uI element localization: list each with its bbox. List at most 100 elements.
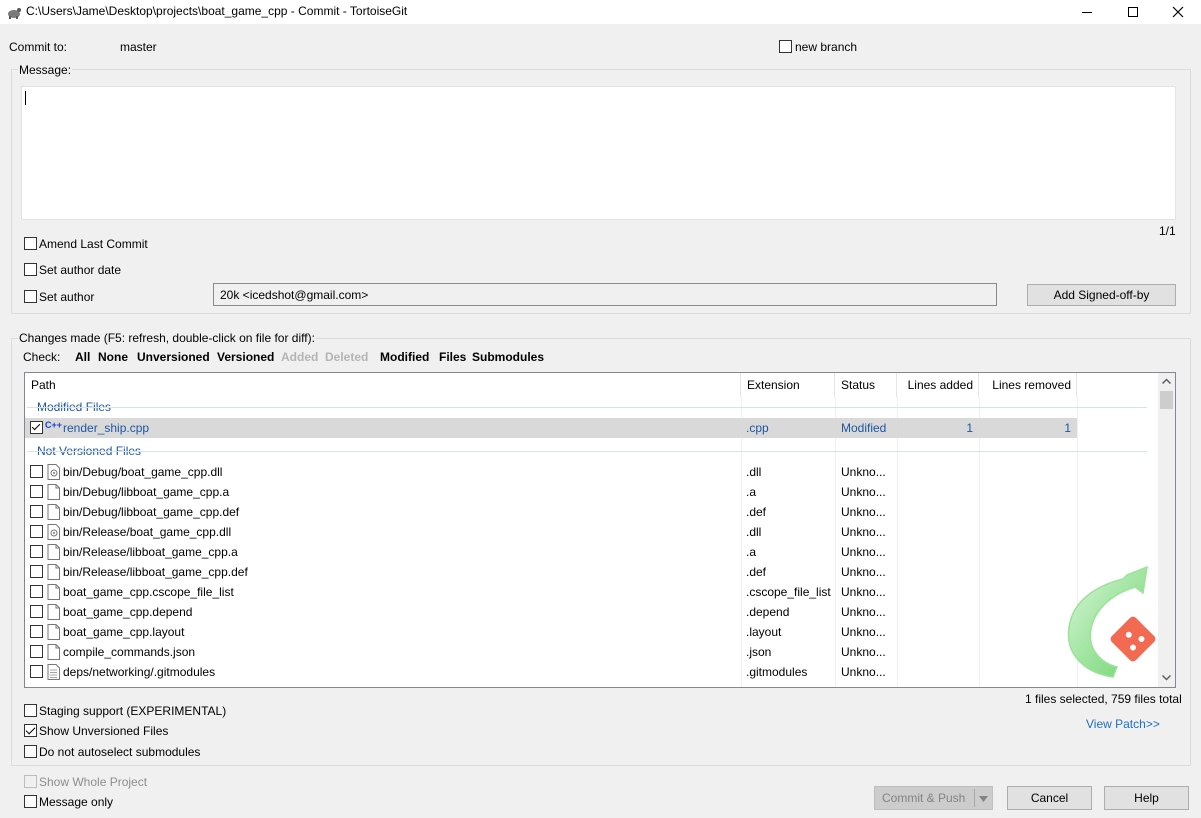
- cancel-button[interactable]: Cancel: [1007, 786, 1092, 810]
- file-icon: [47, 644, 60, 660]
- file-status: Unkno...: [841, 625, 886, 639]
- title-bar: C:\Users\Jame\Desktop\projects\boat_game…: [0, 0, 1201, 24]
- show-unversioned-label: Show Unversioned Files: [39, 724, 169, 738]
- file-path: bin/Release/libboat_game_cpp.def: [63, 565, 248, 579]
- file-extension: .cpp: [746, 421, 769, 435]
- message-textarea[interactable]: [21, 86, 1176, 220]
- file-checkbox[interactable]: [30, 565, 43, 578]
- no-autoselect-submodules-checkbox[interactable]: [24, 745, 37, 758]
- file-icon: [47, 484, 60, 500]
- file-extension: .def: [746, 505, 767, 519]
- file-status: Unkno...: [841, 585, 886, 599]
- file-status: Unkno...: [841, 665, 886, 679]
- column-header-status[interactable]: Status: [835, 373, 897, 397]
- file-icon: [47, 564, 60, 580]
- filter-none-link[interactable]: None: [98, 350, 128, 364]
- file-checkbox[interactable]: [30, 485, 43, 498]
- file-status: Unkno...: [841, 485, 886, 499]
- file-list[interactable]: Path Extension Status Lines added Lines …: [24, 372, 1176, 688]
- file-checkbox[interactable]: [30, 585, 43, 598]
- file-extension: .dll: [746, 465, 762, 479]
- changes-label: Changes made (F5: refresh, double-click …: [18, 331, 316, 345]
- file-checkbox[interactable]: [30, 421, 43, 434]
- file-path: compile_commands.json: [63, 645, 196, 659]
- column-header-lines-added[interactable]: Lines added: [897, 373, 979, 397]
- filter-all-link[interactable]: All: [75, 350, 90, 364]
- set-author-checkbox[interactable]: [24, 290, 37, 303]
- commit-to-label: Commit to:: [9, 40, 68, 54]
- column-header-lines-removed[interactable]: Lines removed: [979, 373, 1077, 397]
- filter-submodules-link[interactable]: Submodules: [472, 350, 544, 364]
- file-path: bin/Release/libboat_game_cpp.a: [63, 545, 238, 559]
- file-checkbox[interactable]: [30, 605, 43, 618]
- commit-push-button: Commit & Push: [874, 786, 993, 810]
- minimize-button[interactable]: [1064, 0, 1110, 24]
- filter-unversioned-link[interactable]: Unversioned: [137, 350, 210, 364]
- file-checkbox[interactable]: [30, 525, 43, 538]
- column-header-path[interactable]: Path: [25, 373, 741, 397]
- show-unversioned-checkbox[interactable]: [24, 724, 37, 737]
- close-icon: [1172, 6, 1184, 18]
- file-checkbox[interactable]: [30, 465, 43, 478]
- vertical-scrollbar[interactable]: [1158, 373, 1175, 687]
- filter-added-link: Added: [281, 350, 319, 364]
- table-row[interactable]: boat_game_cpp.cscope_file_list .cscope_fi…: [25, 582, 1161, 602]
- file-status: Unkno...: [841, 505, 886, 519]
- filter-modified-link[interactable]: Modified: [380, 350, 429, 364]
- filter-versioned-link[interactable]: Versioned: [217, 350, 274, 364]
- staging-support-checkbox[interactable]: [24, 704, 37, 717]
- file-checkbox[interactable]: [30, 545, 43, 558]
- table-row[interactable]: C++ render_ship.cpp .cpp Modified 1 1: [25, 418, 1077, 438]
- table-row[interactable]: bin/Debug/boat_game_cpp.dll .dll Unkno...: [25, 462, 1161, 482]
- text-cursor: [25, 91, 26, 105]
- help-button[interactable]: Help: [1104, 786, 1189, 810]
- selection-info: 1 files selected, 759 files total: [1025, 692, 1182, 706]
- new-branch-checkbox[interactable]: [779, 40, 792, 53]
- file-checkbox[interactable]: [30, 625, 43, 638]
- dll-file-icon: [47, 524, 60, 540]
- table-row[interactable]: boat_game_cpp.depend .depend Unkno...: [25, 602, 1161, 622]
- column-header-extension[interactable]: Extension: [741, 373, 835, 397]
- view-patch-link[interactable]: View Patch>>: [1086, 717, 1160, 731]
- message-only-checkbox[interactable]: [24, 795, 37, 808]
- add-signed-off-by-button[interactable]: Add Signed-off-by: [1027, 284, 1176, 306]
- file-checkbox[interactable]: [30, 645, 43, 658]
- chevron-down-icon[interactable]: [1162, 675, 1171, 681]
- message-only-label: Message only: [39, 795, 114, 809]
- amend-label: Amend Last Commit: [39, 237, 148, 251]
- table-row[interactable]: boat_game_cpp.layout .layout Unkno...: [25, 622, 1161, 642]
- author-field[interactable]: 20k <icedshot@gmail.com>: [213, 283, 997, 306]
- file-status: Unkno...: [841, 645, 886, 659]
- table-row[interactable]: bin/Debug/libboat_game_cpp.a .a Unkno...: [25, 482, 1161, 502]
- file-extension: .a: [746, 545, 757, 559]
- file-checkbox[interactable]: [30, 665, 43, 678]
- lines-removed: 1: [1064, 421, 1071, 435]
- filter-deleted-link: Deleted: [325, 350, 369, 364]
- minimize-icon: [1082, 11, 1092, 13]
- file-extension: .a: [746, 485, 757, 499]
- dropdown-arrow-icon: [979, 796, 988, 802]
- set-author-label: Set author: [39, 290, 95, 304]
- chevron-up-icon[interactable]: [1162, 378, 1171, 384]
- table-row[interactable]: bin/Release/libboat_game_cpp.a .a Unkno...: [25, 542, 1161, 562]
- author-value: 20k <icedshot@gmail.com>: [220, 288, 369, 302]
- table-row[interactable]: compile_commands.json .json Unkno...: [25, 642, 1161, 662]
- file-path: boat_game_cpp.layout: [63, 625, 185, 639]
- filter-files-link[interactable]: Files: [439, 350, 466, 364]
- table-row[interactable]: deps/networking/.gitmodules .gitmodules Un…: [25, 662, 1161, 682]
- author-date-checkbox[interactable]: [24, 263, 37, 276]
- amend-checkbox[interactable]: [24, 237, 37, 250]
- file-status: Unkno...: [841, 565, 886, 579]
- maximize-button[interactable]: [1110, 0, 1156, 24]
- table-row[interactable]: bin/Debug/libboat_game_cpp.def .def Unkno.…: [25, 502, 1161, 522]
- check-label: Check:: [23, 350, 61, 364]
- file-path: bin/Release/boat_game_cpp.dll: [63, 525, 232, 539]
- file-checkbox[interactable]: [30, 505, 43, 518]
- table-row[interactable]: bin/Release/libboat_game_cpp.def .def Unkn…: [25, 562, 1161, 582]
- close-button[interactable]: [1155, 0, 1201, 24]
- file-extension: .gitmodules: [746, 665, 808, 679]
- table-row[interactable]: bin/Release/boat_game_cpp.dll .dll Unkno..…: [25, 522, 1161, 542]
- scrollbar-thumb[interactable]: [1160, 391, 1173, 409]
- show-whole-project-checkbox: [24, 775, 37, 788]
- tortoisegit-logo-watermark: [1067, 565, 1156, 678]
